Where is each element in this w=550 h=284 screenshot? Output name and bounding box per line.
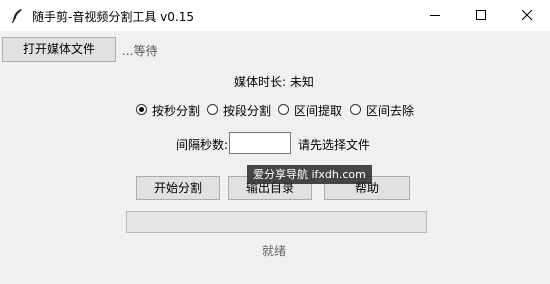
start-split-button[interactable]: 开始分割 — [136, 176, 220, 200]
maximize-button[interactable] — [458, 0, 504, 31]
title-bar: 随手剪-音视频分割工具 v0.15 — [0, 0, 550, 31]
status-text: 就绪 — [262, 244, 287, 258]
maximize-icon — [476, 10, 486, 20]
radio-button[interactable] — [350, 104, 361, 115]
mode-label[interactable]: 按秒分割 — [152, 102, 200, 119]
mode-label[interactable]: 区间提取 — [294, 102, 342, 119]
mode-label[interactable]: 按段分割 — [223, 102, 271, 119]
close-icon — [522, 10, 533, 21]
media-duration: 媒体时长: 未知 — [234, 75, 314, 89]
radio-button[interactable] — [136, 104, 147, 115]
minimize-button[interactable] — [412, 0, 458, 31]
minimize-icon — [430, 15, 440, 16]
close-button[interactable] — [504, 0, 550, 31]
interval-seconds-input[interactable] — [229, 132, 291, 154]
open-media-button[interactable]: 打开媒体文件 — [2, 37, 116, 62]
interval-hint: 请先选择文件 — [298, 138, 371, 152]
feather-icon — [10, 8, 24, 24]
watermark-overlay: 爱分享导航 ifxdh.com — [247, 165, 372, 184]
radio-button[interactable] — [207, 104, 218, 115]
window-title: 随手剪-音视频分割工具 v0.15 — [32, 10, 194, 24]
file-status: ...等待 — [122, 44, 158, 58]
radio-button[interactable] — [278, 104, 289, 115]
progress-bar — [126, 211, 427, 233]
radio-selected-dot — [139, 107, 144, 112]
mode-label[interactable]: 区间去除 — [366, 102, 414, 119]
interval-label: 间隔秒数: — [176, 138, 229, 152]
